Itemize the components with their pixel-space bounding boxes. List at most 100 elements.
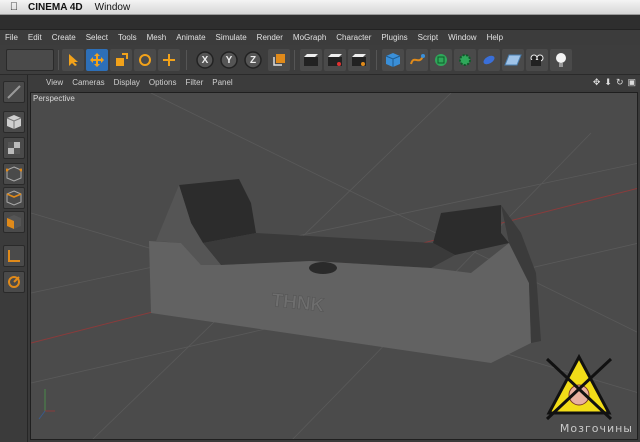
menu-script[interactable]: Script	[418, 33, 438, 42]
scene-floor-button[interactable]	[502, 49, 524, 71]
menu-help[interactable]: Help	[487, 33, 503, 42]
toolbar-separator	[376, 50, 377, 70]
y-axis-button[interactable]: Y	[218, 49, 240, 71]
subdivision-surface-icon	[435, 54, 447, 66]
menu-file[interactable]: File	[5, 33, 18, 42]
nurbs-button[interactable]	[430, 49, 452, 71]
menu-plugins[interactable]: Plugins	[381, 33, 407, 42]
camera-button[interactable]	[526, 49, 548, 71]
viewport-nav-controls: ✥ ⬇ ↻ ▣	[593, 75, 636, 90]
watermark-text: Мозгочины	[559, 422, 633, 435]
menu-animate[interactable]: Animate	[176, 33, 205, 42]
viewport-menu-options[interactable]: Options	[149, 78, 177, 87]
spline-pen-icon	[410, 54, 425, 65]
checker-cube-icon	[8, 142, 20, 154]
maximize-view-icon[interactable]: ▣	[627, 77, 636, 88]
x-axis-label: X	[201, 54, 209, 66]
axis-icon	[8, 250, 20, 262]
cube-icon	[385, 53, 401, 67]
points-mode-button[interactable]	[3, 163, 25, 185]
points-cube-icon	[6, 166, 22, 182]
mac-window-menu[interactable]: Window	[95, 2, 131, 13]
render-picture-viewer-button[interactable]	[324, 49, 346, 71]
world-coords-icon	[273, 54, 285, 66]
floor-grid-icon	[504, 54, 522, 66]
zoom-view-icon[interactable]: ⬇	[604, 77, 612, 88]
menu-window[interactable]: Window	[448, 33, 476, 42]
scale-tool-button[interactable]	[110, 49, 132, 71]
cube-icon	[6, 115, 22, 129]
menu-edit[interactable]: Edit	[28, 33, 42, 42]
app-menubar: File Edit Create Select Tools Mesh Anima…	[0, 30, 640, 45]
deformer-button[interactable]	[478, 49, 500, 71]
tweak-mode-button[interactable]	[3, 271, 25, 293]
render-settings-button[interactable]	[348, 49, 370, 71]
polygons-cube-icon	[7, 215, 21, 229]
viewport-menu-view[interactable]: View	[46, 78, 63, 87]
tweak-icon	[8, 276, 20, 288]
viewport-menu-cameras[interactable]: Cameras	[72, 78, 104, 87]
menu-select[interactable]: Select	[86, 33, 108, 42]
toolbar-separator	[186, 50, 187, 70]
toolbar-separator	[294, 50, 295, 70]
clapboard-icon	[304, 54, 318, 66]
array-button[interactable]	[454, 49, 476, 71]
live-selection-button[interactable]	[158, 49, 180, 71]
viewport-label: Perspective	[33, 94, 75, 103]
editable-object-icon	[7, 85, 21, 99]
clapboard-icon	[352, 54, 366, 66]
app-name[interactable]: CINEMA 4D	[28, 2, 83, 13]
menu-mograph[interactable]: MoGraph	[293, 33, 326, 42]
y-axis-label: Y	[225, 54, 233, 66]
x-axis-button[interactable]: X	[194, 49, 216, 71]
menu-create[interactable]: Create	[52, 33, 76, 42]
scale-icon	[116, 53, 128, 66]
apple-icon[interactable]: 	[0, 1, 28, 13]
move-arrows-icon	[90, 53, 104, 67]
texture-mode-button[interactable]	[3, 137, 25, 159]
light-button[interactable]	[550, 49, 572, 71]
menu-render[interactable]: Render	[257, 33, 283, 42]
spline-button[interactable]	[406, 49, 428, 71]
menu-mesh[interactable]: Mesh	[147, 33, 167, 42]
clapboard-icon	[328, 54, 342, 66]
cursor-arrow-icon	[69, 54, 78, 66]
menu-simulate[interactable]: Simulate	[216, 33, 247, 42]
rotate-tool-button[interactable]	[134, 49, 156, 71]
edges-mode-button[interactable]	[3, 187, 25, 209]
main-toolbar: X Y Z	[0, 45, 640, 75]
render-view-button[interactable]	[300, 49, 322, 71]
bend-deformer-icon	[483, 55, 495, 65]
axis-mode-button[interactable]	[3, 245, 25, 267]
left-tool-palette	[0, 75, 28, 442]
viewport-menu-panel[interactable]: Panel	[212, 78, 232, 87]
window-titlebar	[0, 15, 640, 30]
viewport-menu-filter[interactable]: Filter	[185, 78, 203, 87]
z-axis-button[interactable]: Z	[242, 49, 264, 71]
perspective-viewport[interactable]: THNK Perspective Мозгочины	[30, 92, 638, 440]
move-tool-button[interactable]	[86, 49, 108, 71]
polygons-mode-button[interactable]	[3, 211, 25, 233]
make-editable-button[interactable]	[3, 81, 25, 103]
menu-tools[interactable]: Tools	[118, 33, 137, 42]
viewport-menubar: View Cameras Display Options Filter Pane…	[28, 75, 640, 90]
viewport-canvas: THNK	[31, 93, 637, 439]
axis-gizmo	[38, 389, 55, 420]
undo-redo-button[interactable]	[6, 49, 54, 71]
select-arrow-button[interactable]	[62, 49, 84, 71]
rotate-view-icon[interactable]: ↻	[616, 77, 624, 88]
coordinate-system-button[interactable]	[268, 49, 290, 71]
bracket-model[interactable]	[149, 179, 541, 363]
cube-object-button[interactable]	[382, 49, 404, 71]
toolbar-separator	[58, 50, 59, 70]
mac-menubar:  CINEMA 4D Window	[0, 0, 640, 15]
light-bulb-icon	[556, 53, 566, 67]
rotate-icon	[139, 54, 151, 66]
viewport-menu-display[interactable]: Display	[114, 78, 140, 87]
watermark-logo	[545, 353, 613, 421]
gear-icon	[459, 54, 471, 66]
model-mode-button[interactable]	[3, 111, 25, 133]
menu-character[interactable]: Character	[336, 33, 371, 42]
camera-icon	[530, 54, 544, 66]
move-view-icon[interactable]: ✥	[593, 77, 601, 88]
